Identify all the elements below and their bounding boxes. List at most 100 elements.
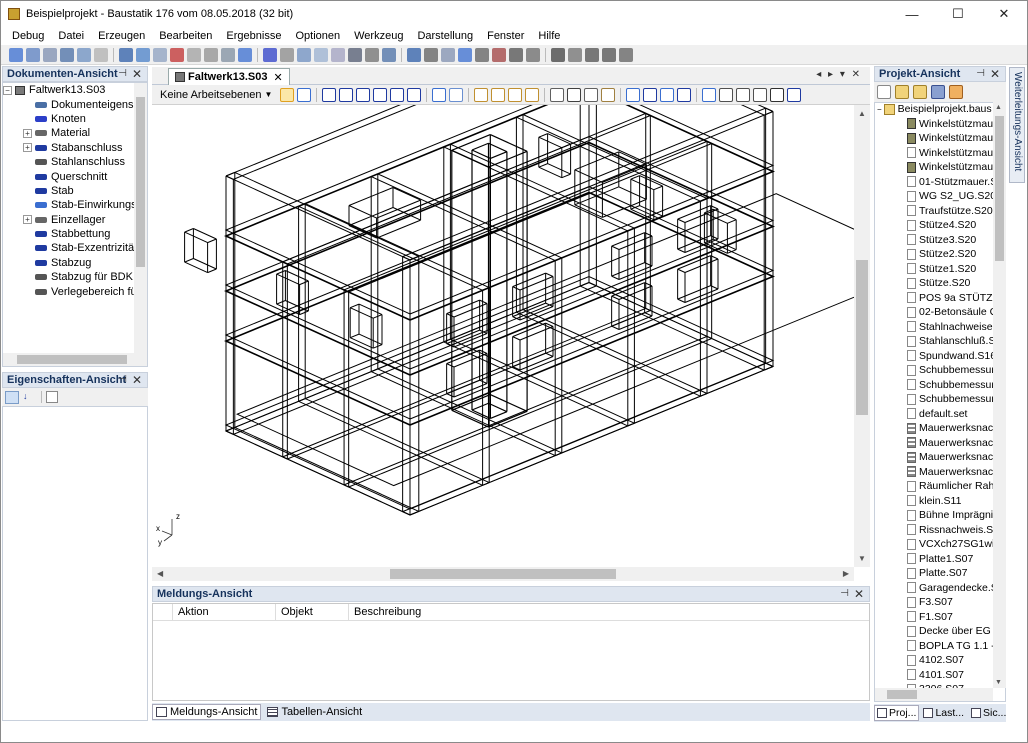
toolbar-tool-icon[interactable] (475, 47, 489, 62)
save-icon[interactable] (931, 85, 945, 99)
view-tool-icon[interactable] (787, 87, 802, 102)
tab-close-icon[interactable]: ✕ (274, 71, 283, 84)
hscrollbar-thumb[interactable] (17, 355, 127, 364)
view-tool-icon[interactable] (525, 87, 540, 102)
tab-last[interactable]: Last... (920, 705, 967, 721)
menu-werkzeug[interactable]: Werkzeug (347, 30, 410, 42)
toolbar-tool-icon[interactable] (238, 47, 252, 62)
expand-icon[interactable]: + (23, 215, 32, 225)
toolbar-tool-icon[interactable] (9, 47, 23, 62)
menu-optionen[interactable]: Optionen (288, 30, 347, 42)
categorized-icon[interactable] (5, 390, 19, 404)
project-item[interactable]: Schubbemessun (877, 378, 993, 393)
project-item[interactable]: Stahlnachweise.S (877, 320, 993, 335)
project-item[interactable]: Stütze.S20 (877, 276, 993, 291)
toolbar-tool-icon[interactable] (382, 47, 396, 62)
view-tool-icon[interactable] (297, 87, 312, 102)
column-beschreibung[interactable]: Beschreibung (349, 604, 549, 620)
project-item[interactable]: 01-Stützmauer.S (877, 175, 993, 190)
toolbar-tool-icon[interactable] (331, 47, 345, 62)
menu-debug[interactable]: Debug (5, 30, 51, 42)
toolbar-tool-icon[interactable] (204, 47, 218, 62)
toolbar-tool-icon[interactable] (568, 47, 582, 62)
minimize-button[interactable]: — (889, 1, 935, 27)
project-item[interactable]: Rissnachweis.S04 (877, 523, 993, 538)
project-item[interactable]: VCXch27SG1wid (877, 537, 993, 552)
view-tool-icon[interactable] (753, 87, 768, 102)
project-item[interactable]: Stahlanschluß.S2 (877, 334, 993, 349)
project-item[interactable]: Mauerwerksnach (877, 450, 993, 465)
project-item[interactable]: Stütze1.S20 (877, 262, 993, 277)
toolbar-tool-icon[interactable] (424, 47, 438, 62)
project-item[interactable]: Schubbemessun (877, 363, 993, 378)
arbeitsebenen-dropdown[interactable]: Keine Arbeitsebenen ▼ (155, 87, 277, 103)
toolbar-tool-icon[interactable] (619, 47, 633, 62)
view-tool-icon[interactable] (770, 87, 785, 102)
close-icon[interactable]: ✕ (132, 373, 142, 387)
wireframe-model[interactable]: z x y (152, 105, 854, 567)
collapse-icon[interactable]: − (3, 85, 12, 95)
project-item[interactable]: Stütze4.S20 (877, 218, 993, 233)
project-item[interactable]: Platte.S07 (877, 566, 993, 581)
pin-icon[interactable]: ⊣ (118, 68, 127, 79)
hscrollbar-thumb[interactable] (887, 690, 917, 699)
toolbar-tool-icon[interactable] (492, 47, 506, 62)
project-item[interactable]: Winkelstützmaue (877, 146, 993, 161)
close-icon[interactable]: ✕ (990, 67, 1000, 81)
tab-projekt[interactable]: Proj... (874, 705, 920, 721)
view-tool-icon[interactable] (474, 87, 489, 102)
tab-navigation-icons[interactable]: ◂ ▸ ▾ ✕ (816, 69, 862, 80)
toolbar-tool-icon[interactable] (26, 47, 40, 62)
project-item[interactable]: Winkelstützmaue (877, 160, 993, 175)
toolbar-tool-icon[interactable] (441, 47, 455, 62)
project-item[interactable]: Winkelstützmaue (877, 131, 993, 146)
toolbar-tool-icon[interactable] (153, 47, 167, 62)
view-tool-icon[interactable] (677, 87, 692, 102)
toolbar-tool-icon[interactable] (221, 47, 235, 62)
project-item[interactable]: Garagendecke.S0 (877, 581, 993, 596)
toolbar-tool-icon[interactable] (348, 47, 362, 62)
project-item[interactable]: Stütze2.S20 (877, 247, 993, 262)
menu-bearbeiten[interactable]: Bearbeiten (152, 30, 219, 42)
toolbar-tool-icon[interactable] (187, 47, 201, 62)
view-tool-icon[interactable] (356, 87, 371, 102)
document-tree-hscrollbar[interactable] (3, 353, 147, 366)
toolbar-tool-icon[interactable] (297, 47, 311, 62)
project-item[interactable]: Spundwand.S16 (877, 349, 993, 364)
project-item[interactable]: Winkelstützmaue (877, 117, 993, 132)
toolbar-tool-icon[interactable] (94, 47, 108, 62)
toolbar-tool-icon[interactable] (602, 47, 616, 62)
hscrollbar-thumb[interactable] (390, 569, 616, 579)
project-root[interactable]: − Beispielprojekt.baus (877, 102, 993, 117)
view-tool-icon[interactable] (373, 87, 388, 102)
tree-item[interactable]: Stab-Einwirkungsflä (3, 198, 135, 212)
project-item[interactable]: Stütze3.S20 (877, 233, 993, 248)
view-tool-icon[interactable] (643, 87, 658, 102)
project-item[interactable]: BOPLA TG 1.1 - / (877, 639, 993, 654)
tree-item[interactable]: + Stabanschluss (3, 141, 135, 155)
close-icon[interactable]: ✕ (132, 67, 142, 81)
toolbar-tool-icon[interactable] (136, 47, 150, 62)
project-item[interactable]: F3.S07 (877, 595, 993, 610)
project-item[interactable]: Bühne Imprägnie (877, 508, 993, 523)
project-item[interactable]: Traufstütze.S20 (877, 204, 993, 219)
scroll-down-icon[interactable]: ▼ (995, 679, 1002, 686)
tree-item[interactable]: Stab-Exzentrizität (3, 241, 135, 255)
tree-item[interactable]: Stab (3, 184, 135, 198)
tree-item[interactable]: Verlegebereich für S (3, 284, 135, 298)
view-tool-icon[interactable] (432, 87, 447, 102)
menu-darstellung[interactable]: Darstellung (410, 30, 480, 42)
tab-meldungs-ansicht[interactable]: Meldungs-Ansicht (152, 704, 262, 720)
column-aktion[interactable]: Aktion (173, 604, 276, 620)
toolbar-tool-icon[interactable] (119, 47, 133, 62)
view-tool-icon[interactable] (339, 87, 354, 102)
toolbar-tool-icon[interactable] (314, 47, 328, 62)
view-tool-icon[interactable] (550, 87, 565, 102)
view-tool-icon[interactable] (567, 87, 582, 102)
view-tool-icon[interactable] (601, 87, 616, 102)
weiterleitungs-ansicht-tab[interactable]: Weiterleitungs-Ansicht (1009, 67, 1025, 183)
viewport-hscrollbar[interactable]: ◀ ▶ (152, 567, 854, 581)
project-item[interactable]: Mauerwerksnach (877, 465, 993, 480)
view-tool-icon[interactable] (702, 87, 717, 102)
close-button[interactable]: ✕ (981, 1, 1027, 27)
